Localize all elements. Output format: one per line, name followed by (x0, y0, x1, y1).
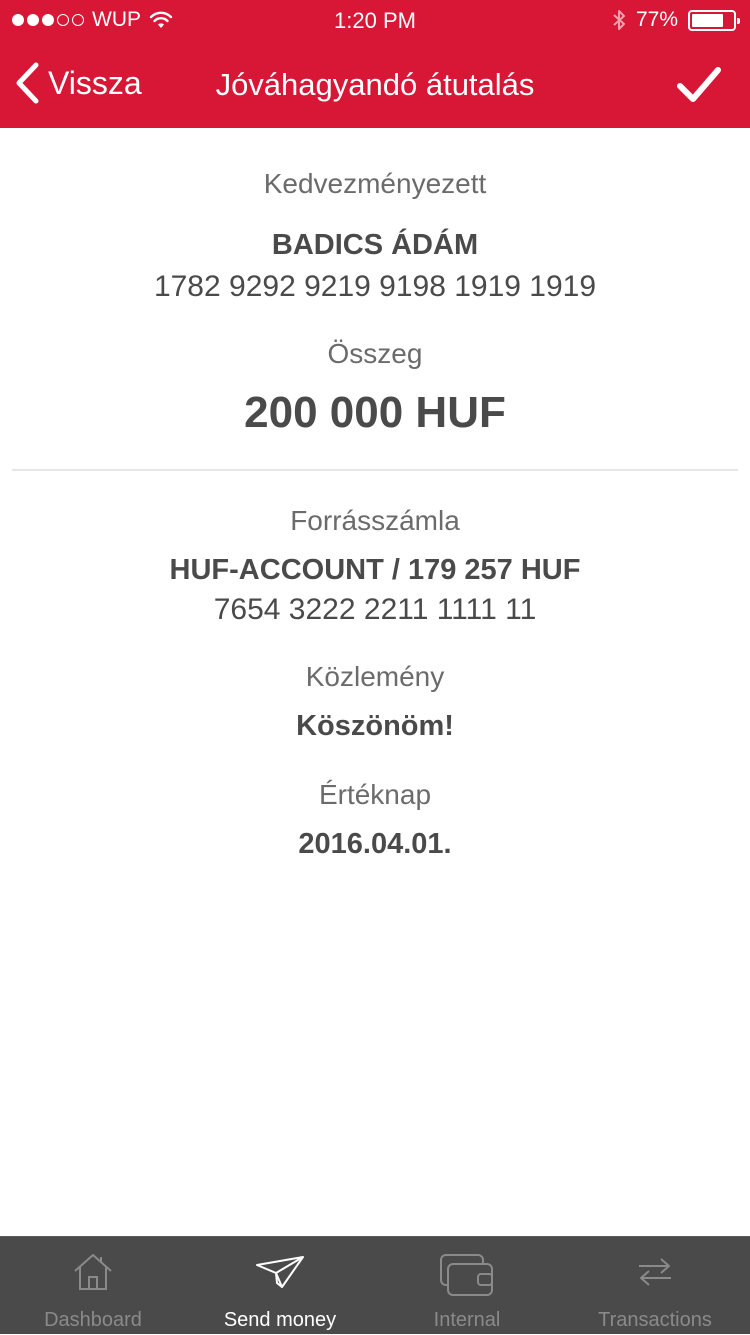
navigation-bar: Vissza Jóváhagyandó átutalás (0, 40, 750, 128)
status-right: 77% (612, 8, 740, 32)
section-divider (12, 469, 738, 471)
tab-transactions[interactable]: Transactions (560, 1237, 750, 1335)
tab-label: Transactions (598, 1309, 712, 1331)
source-account-number: 7654 3222 2211 1111 11 (213, 593, 537, 626)
note-value: Köszönöm! (296, 710, 454, 742)
page-title: Jóváhagyandó átutalás (215, 67, 535, 102)
amount-label: Összeg (327, 338, 423, 369)
header-bar: WUP 1:20 PM 77% Vissza Jóváhagyandó átut… (0, 0, 750, 128)
checkmark-icon[interactable] (676, 62, 722, 108)
value-date-value: 2016.04.01. (298, 828, 452, 860)
paper-plane-icon (256, 1256, 304, 1288)
source-account-name: HUF-ACCOUNT / 179 257 HUF (169, 554, 581, 586)
tab-internal[interactable]: Internal (374, 1237, 560, 1335)
beneficiary-name: BADICS ÁDÁM (271, 229, 479, 261)
wallet-icon (440, 1254, 493, 1296)
tab-label: Dashboard (44, 1309, 142, 1331)
beneficiary-label: Kedvezményezett (263, 168, 487, 199)
beneficiary-account: 1782 9292 9219 9198 1919 1919 (153, 270, 597, 303)
battery-icon (688, 9, 740, 31)
tab-bar: Dashboard Send money Internal Transactio… (0, 1236, 750, 1334)
transfer-arrows-icon (639, 1258, 671, 1286)
value-date-label: Értéknap (318, 779, 432, 810)
tab-label: Send money (223, 1309, 337, 1331)
tab-label: Internal (433, 1309, 501, 1331)
tab-send-money[interactable]: Send money (186, 1237, 374, 1335)
tab-dashboard[interactable]: Dashboard (0, 1237, 186, 1335)
bluetooth-icon (613, 10, 625, 30)
source-account-label: Forrásszámla (290, 505, 460, 536)
home-icon (74, 1254, 112, 1290)
note-label: Közlemény (305, 661, 445, 692)
status-bar: WUP 1:20 PM 77% (0, 0, 750, 40)
battery-percent: 77% (635, 8, 678, 31)
battery-fill (692, 13, 723, 27)
amount-value: 200 000 HUF (244, 388, 506, 437)
